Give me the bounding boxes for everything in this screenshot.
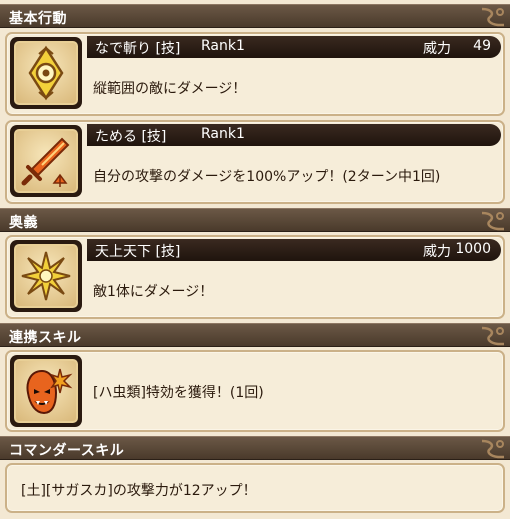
burst-star-icon	[21, 251, 71, 301]
section-header-link: 連携スキル	[0, 323, 510, 347]
scroll-flourish-icon	[481, 439, 504, 459]
power-value: 49	[473, 38, 491, 54]
scroll-flourish-icon	[481, 7, 504, 27]
skill-title-bar: なで斬り [技] Rank1 威力 49	[87, 36, 501, 58]
skill-description: 敵1体にダメージ！	[93, 284, 214, 300]
skill-description: 自分の攻撃のダメージを100%アップ！(2ターン中1回)	[93, 169, 441, 185]
skill-panel: 基本行動 なで斬り [技] Rank1 威力 49 縦範囲の敵にダメージ！ ため…	[0, 0, 510, 519]
commander-skill-card[interactable]: [土][サガスカ]の攻撃力が12アップ！	[5, 463, 505, 513]
section-title-basic: 基本行動	[9, 11, 67, 27]
skill-title-bar: 天上天下 [技] 威力 1000	[87, 239, 501, 261]
demon-face-icon	[26, 368, 73, 415]
skill-name: 天上天下 [技]	[95, 244, 181, 260]
skill-title-bar: ためる [技] Rank1	[87, 124, 501, 146]
section-header-ougi: 奥義	[0, 208, 510, 232]
skill-name: ためる [技]	[95, 129, 167, 145]
skill-icon-frame	[10, 240, 82, 312]
skill-name: なで斬り [技]	[95, 41, 181, 57]
section-title-link: 連携スキル	[9, 330, 82, 346]
skill-icon-frame	[10, 125, 82, 197]
charge-sword-icon	[21, 137, 70, 187]
section-title-commander: コマンダースキル	[9, 443, 125, 459]
link-skill-description: [ハ虫類]特効を獲得！(1回)	[93, 385, 264, 401]
vertical-slash-icon	[28, 45, 64, 101]
skill-card-tenjou[interactable]: 天上天下 [技] 威力 1000 敵1体にダメージ！	[5, 235, 505, 319]
scroll-flourish-icon	[481, 211, 504, 231]
commander-skill-description: [土][サガスカ]の攻撃力が12アップ！	[21, 483, 257, 499]
link-skill-card[interactable]: [ハ虫類]特効を獲得！(1回)	[5, 350, 505, 432]
skill-card-nadegiri[interactable]: なで斬り [技] Rank1 威力 49 縦範囲の敵にダメージ！	[5, 32, 505, 116]
skill-icon-frame	[10, 37, 82, 109]
power-value: 1000	[455, 241, 491, 257]
skill-description: 縦範囲の敵にダメージ！	[93, 81, 247, 97]
skill-rank: Rank1	[201, 126, 245, 142]
power-label: 威力	[423, 41, 451, 57]
section-header-basic: 基本行動	[0, 4, 510, 28]
power-label: 威力	[423, 244, 451, 260]
skill-rank: Rank1	[201, 38, 245, 54]
scroll-flourish-icon	[481, 326, 504, 346]
section-title-ougi: 奥義	[9, 215, 38, 231]
section-header-commander: コマンダースキル	[0, 436, 510, 460]
skill-icon-frame	[10, 355, 82, 427]
skill-card-tameru[interactable]: ためる [技] Rank1 自分の攻撃のダメージを100%アップ！(2ターン中1…	[5, 120, 505, 204]
